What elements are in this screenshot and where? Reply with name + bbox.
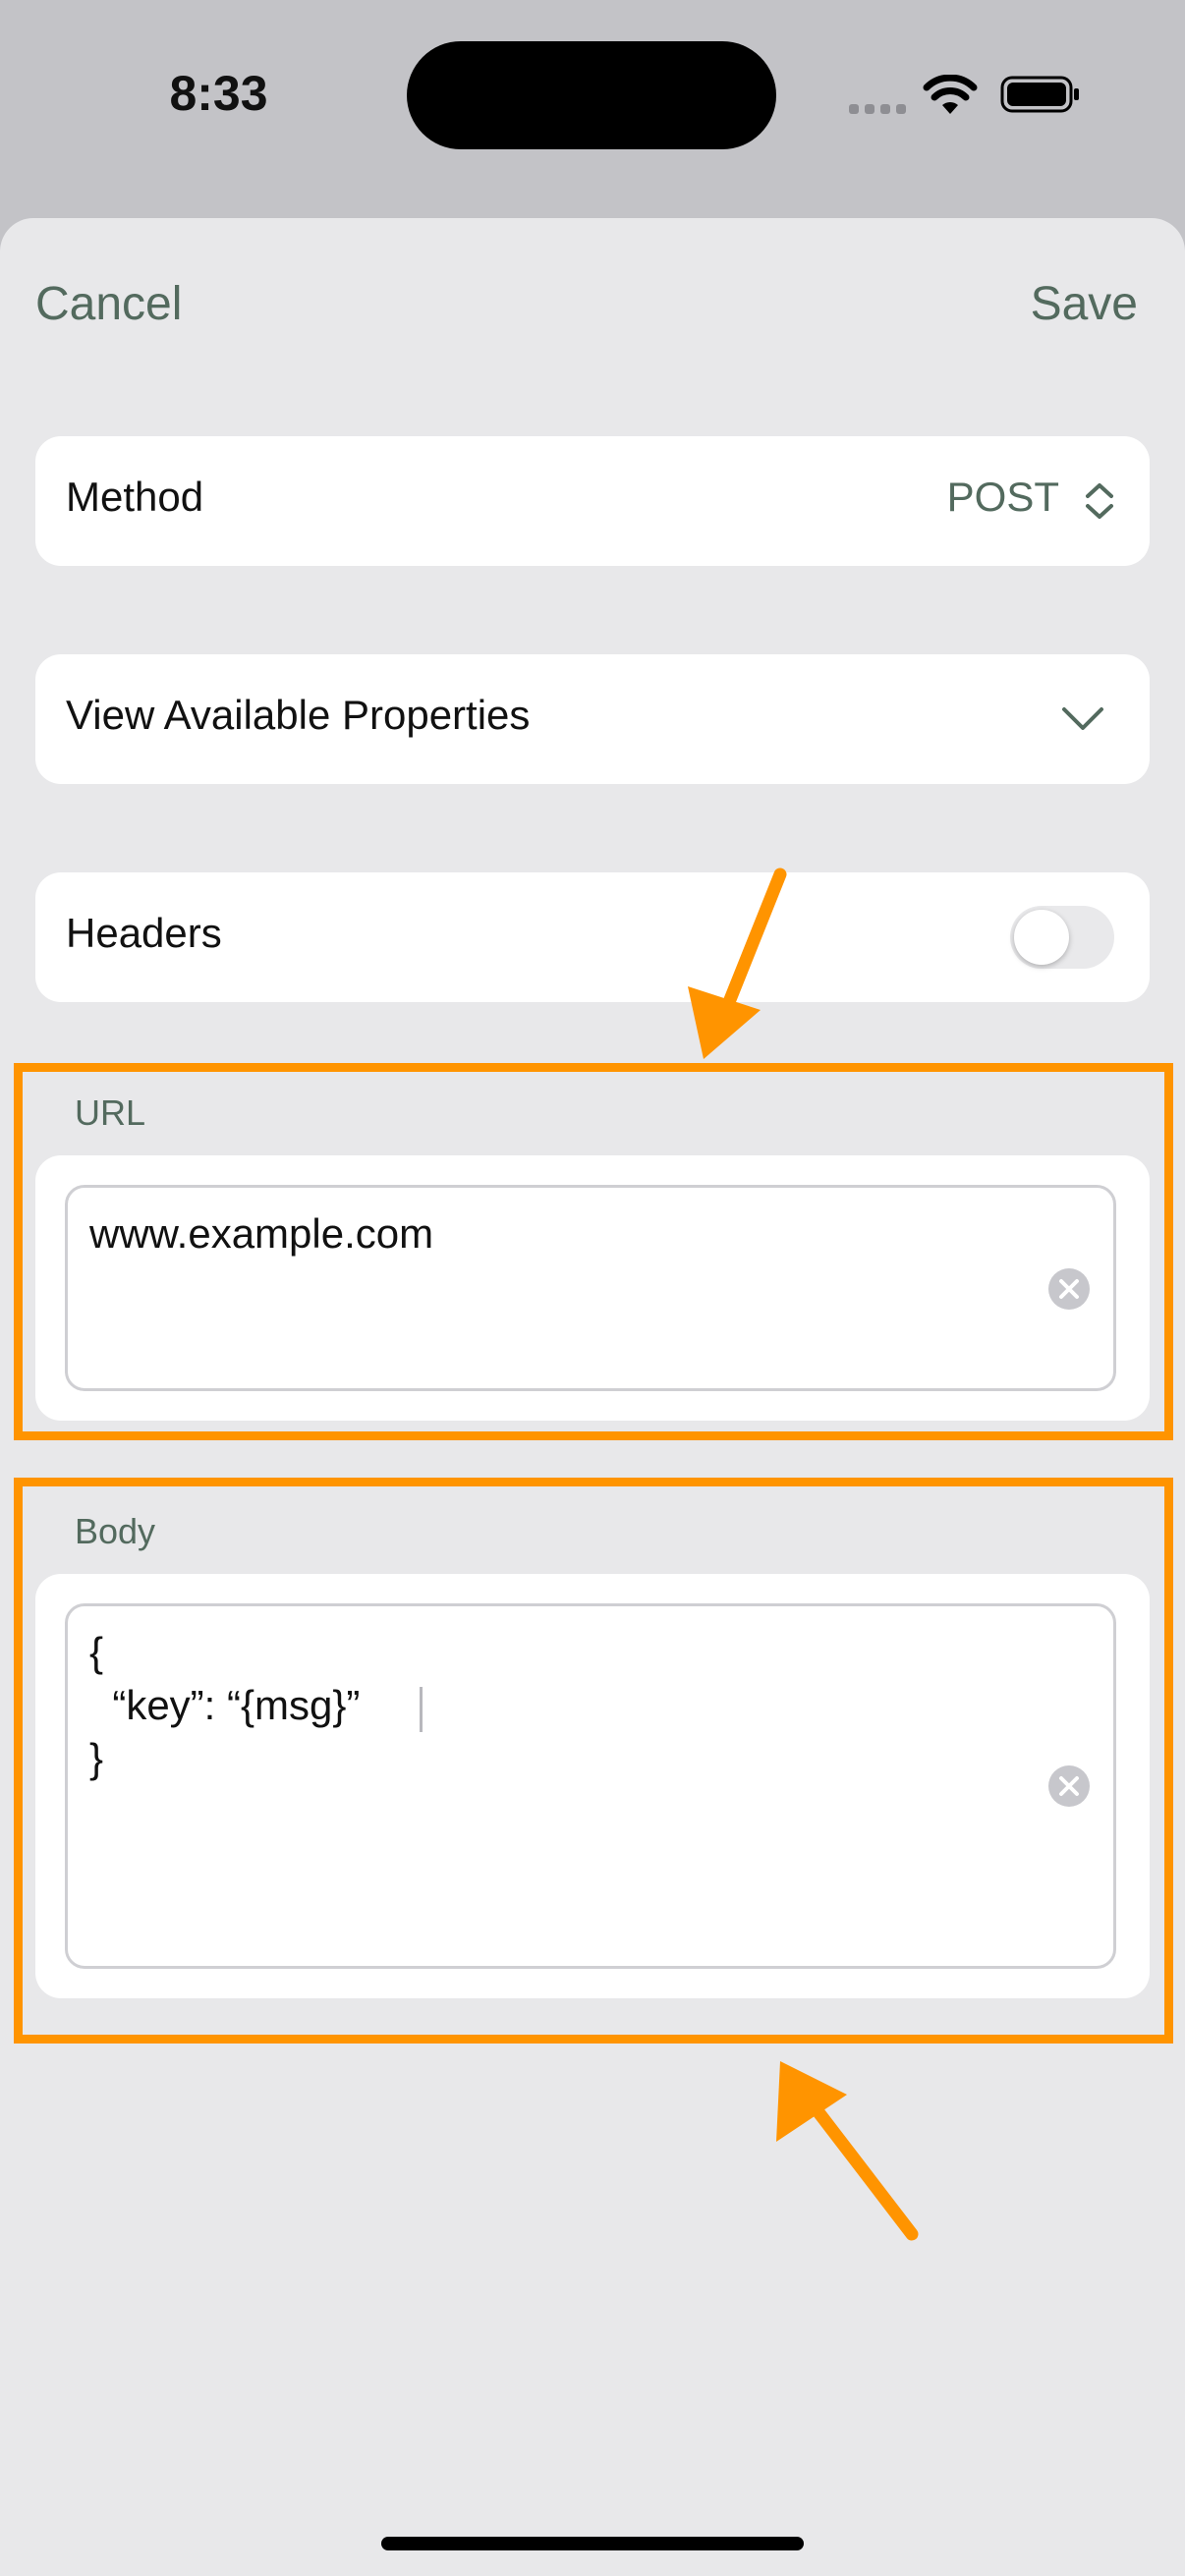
url-card: www.example.com — [35, 1155, 1150, 1421]
url-section-label: URL — [75, 1092, 146, 1133]
method-row[interactable]: Method POST — [35, 436, 1150, 566]
edit-request-sheet: Cancel Save Method POST View Available P… — [0, 218, 1185, 2576]
view-properties-label: View Available Properties — [66, 692, 531, 738]
updown-chevron-icon — [1086, 483, 1113, 519]
chevron-down-icon — [1062, 707, 1103, 730]
signal-icon — [849, 104, 906, 114]
headers-label: Headers — [66, 910, 222, 956]
battery-icon — [1000, 76, 1079, 113]
clear-icon[interactable] — [1046, 1266, 1092, 1312]
headers-toggle[interactable] — [1010, 906, 1114, 969]
clear-icon[interactable] — [1046, 1764, 1092, 1809]
method-value[interactable]: POST — [947, 474, 1059, 521]
text-cursor — [416, 1687, 423, 1732]
wifi-icon — [923, 75, 978, 114]
save-button[interactable]: Save — [1031, 277, 1138, 331]
status-time: 8:33 — [169, 66, 268, 121]
body-field[interactable]: { “key”: “{msg}” } — [65, 1603, 1116, 1969]
status-bar: 8:33 — [0, 0, 1185, 218]
dynamic-island — [407, 41, 776, 149]
body-section-label: Body — [75, 1511, 156, 1551]
headers-row: Headers — [35, 872, 1150, 1002]
method-label: Method — [66, 474, 204, 520]
body-card: { “key”: “{msg}” } — [35, 1574, 1150, 1998]
url-text: www.example.com — [89, 1210, 434, 1257]
cancel-button[interactable]: Cancel — [35, 277, 182, 331]
body-text: { “key”: “{msg}” } — [89, 1626, 360, 1785]
view-properties-row[interactable]: View Available Properties — [35, 654, 1150, 784]
body-text-value: { “key”: “{msg}” } — [89, 1629, 361, 1781]
toggle-knob — [1014, 910, 1069, 965]
home-indicator — [381, 2537, 804, 2550]
url-field[interactable]: www.example.com — [65, 1185, 1116, 1391]
